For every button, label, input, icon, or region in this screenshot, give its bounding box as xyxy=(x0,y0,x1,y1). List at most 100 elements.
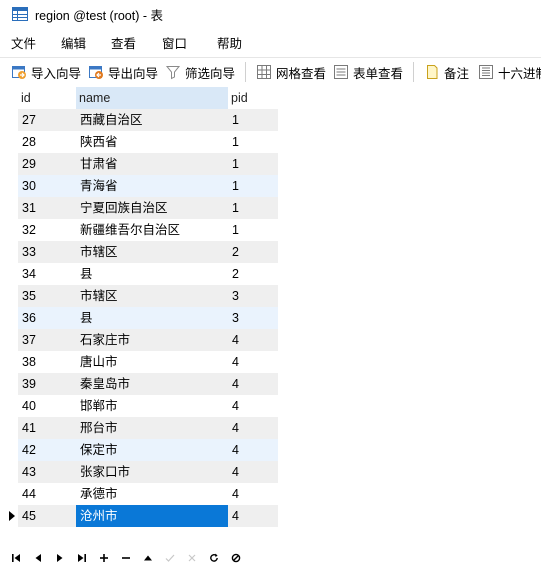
row-indicator[interactable] xyxy=(0,439,18,461)
row-indicator[interactable] xyxy=(0,263,18,285)
cell-id[interactable]: 30 xyxy=(18,175,76,197)
move-up-icon[interactable] xyxy=(141,551,155,565)
cell-id[interactable]: 43 xyxy=(18,461,76,483)
cell-name[interactable]: 张家口市 xyxy=(76,461,228,483)
menu-help[interactable]: 帮助 xyxy=(217,33,242,52)
cell-pid[interactable]: 4 xyxy=(228,483,278,505)
cell-id[interactable]: 37 xyxy=(18,329,76,351)
row-indicator[interactable] xyxy=(0,109,18,131)
cell-name[interactable]: 西藏自治区 xyxy=(76,109,228,131)
table-row[interactable]: 43 张家口市 4 xyxy=(0,461,278,483)
cell-id[interactable]: 42 xyxy=(18,439,76,461)
table-row[interactable]: 29 甘肃省 1 xyxy=(0,153,278,175)
cell-name[interactable]: 石家庄市 xyxy=(76,329,228,351)
delete-record-icon[interactable] xyxy=(119,551,133,565)
cell-pid[interactable]: 1 xyxy=(228,197,278,219)
cell-name[interactable]: 青海省 xyxy=(76,175,228,197)
table-row[interactable]: 40 邯郸市 4 xyxy=(0,395,278,417)
cell-name[interactable]: 宁夏回族自治区 xyxy=(76,197,228,219)
cell-id[interactable]: 40 xyxy=(18,395,76,417)
cell-pid[interactable]: 4 xyxy=(228,417,278,439)
first-record-icon[interactable] xyxy=(9,551,23,565)
cell-id[interactable]: 29 xyxy=(18,153,76,175)
cell-id[interactable]: 31 xyxy=(18,197,76,219)
row-indicator[interactable] xyxy=(0,329,18,351)
table-row[interactable]: 39 秦皇岛市 4 xyxy=(0,373,278,395)
cell-pid[interactable]: 4 xyxy=(228,373,278,395)
cell-pid[interactable]: 4 xyxy=(228,395,278,417)
refresh-icon[interactable] xyxy=(207,551,221,565)
table-row[interactable]: 30 青海省 1 xyxy=(0,175,278,197)
cell-id[interactable]: 35 xyxy=(18,285,76,307)
cell-id[interactable]: 34 xyxy=(18,263,76,285)
table-row[interactable]: 45 沧州市 4 xyxy=(0,505,278,527)
cell-name[interactable]: 邢台市 xyxy=(76,417,228,439)
cell-pid[interactable]: 3 xyxy=(228,285,278,307)
column-header-id[interactable]: id xyxy=(18,87,76,109)
menu-window[interactable]: 窗口 xyxy=(162,33,187,52)
row-indicator[interactable] xyxy=(0,505,18,527)
cell-pid[interactable]: 1 xyxy=(228,109,278,131)
cell-name[interactable]: 新疆维吾尔自治区 xyxy=(76,219,228,241)
cell-name[interactable]: 县 xyxy=(76,307,228,329)
table-row[interactable]: 34 县 2 xyxy=(0,263,278,285)
cell-id[interactable]: 44 xyxy=(18,483,76,505)
cell-name[interactable]: 县 xyxy=(76,263,228,285)
cell-pid[interactable]: 4 xyxy=(228,461,278,483)
menu-file[interactable]: 文件 xyxy=(11,33,36,52)
table-row[interactable]: 31 宁夏回族自治区 1 xyxy=(0,197,278,219)
cell-pid[interactable]: 4 xyxy=(228,329,278,351)
row-indicator[interactable] xyxy=(0,241,18,263)
column-header-name[interactable]: name xyxy=(76,87,228,109)
cell-pid[interactable]: 1 xyxy=(228,131,278,153)
cell-pid[interactable]: 4 xyxy=(228,505,278,527)
row-indicator[interactable] xyxy=(0,373,18,395)
cell-pid[interactable]: 4 xyxy=(228,439,278,461)
table-row[interactable]: 32 新疆维吾尔自治区 1 xyxy=(0,219,278,241)
cell-name[interactable]: 甘肃省 xyxy=(76,153,228,175)
cell-pid[interactable]: 4 xyxy=(228,351,278,373)
table-row[interactable]: 42 保定市 4 xyxy=(0,439,278,461)
grid-view-button[interactable]: 网格查看 xyxy=(256,62,326,82)
table-row[interactable]: 37 石家庄市 4 xyxy=(0,329,278,351)
last-record-icon[interactable] xyxy=(75,551,89,565)
row-indicator[interactable] xyxy=(0,175,18,197)
cell-id[interactable]: 45 xyxy=(18,505,76,527)
row-indicator[interactable] xyxy=(0,483,18,505)
export-wizard-button[interactable]: 导出向导 xyxy=(88,62,158,82)
cell-name[interactable]: 市辖区 xyxy=(76,285,228,307)
table-row[interactable]: 28 陕西省 1 xyxy=(0,131,278,153)
cell-id[interactable]: 33 xyxy=(18,241,76,263)
row-indicator[interactable] xyxy=(0,395,18,417)
cell-name[interactable]: 沧州市 xyxy=(76,505,228,527)
cell-name[interactable]: 保定市 xyxy=(76,439,228,461)
cell-pid[interactable]: 1 xyxy=(228,175,278,197)
row-indicator[interactable] xyxy=(0,351,18,373)
cell-pid[interactable]: 2 xyxy=(228,241,278,263)
stop-icon[interactable] xyxy=(229,551,243,565)
row-indicator[interactable] xyxy=(0,285,18,307)
next-record-icon[interactable] xyxy=(53,551,67,565)
table-row[interactable]: 27 西藏自治区 1 xyxy=(0,109,278,131)
cell-name[interactable]: 承德市 xyxy=(76,483,228,505)
menu-view[interactable]: 查看 xyxy=(111,33,136,52)
row-indicator[interactable] xyxy=(0,131,18,153)
row-indicator[interactable] xyxy=(0,307,18,329)
hex-button[interactable]: 十六进制 xyxy=(478,62,541,82)
row-indicator[interactable] xyxy=(0,461,18,483)
import-wizard-button[interactable]: 导入向导 xyxy=(11,62,81,82)
cell-id[interactable]: 39 xyxy=(18,373,76,395)
cell-pid[interactable]: 2 xyxy=(228,263,278,285)
cell-id[interactable]: 38 xyxy=(18,351,76,373)
apply-changes-icon[interactable] xyxy=(163,551,177,565)
form-view-button[interactable]: 表单查看 xyxy=(333,62,403,82)
cell-name[interactable]: 唐山市 xyxy=(76,351,228,373)
column-header-pid[interactable]: pid xyxy=(228,87,278,109)
menu-edit[interactable]: 编辑 xyxy=(61,33,86,52)
memo-button[interactable]: 备注 xyxy=(424,62,469,82)
table-row[interactable]: 38 唐山市 4 xyxy=(0,351,278,373)
cell-pid[interactable]: 3 xyxy=(228,307,278,329)
table-row[interactable]: 36 县 3 xyxy=(0,307,278,329)
cell-id[interactable]: 28 xyxy=(18,131,76,153)
table-row[interactable]: 41 邢台市 4 xyxy=(0,417,278,439)
